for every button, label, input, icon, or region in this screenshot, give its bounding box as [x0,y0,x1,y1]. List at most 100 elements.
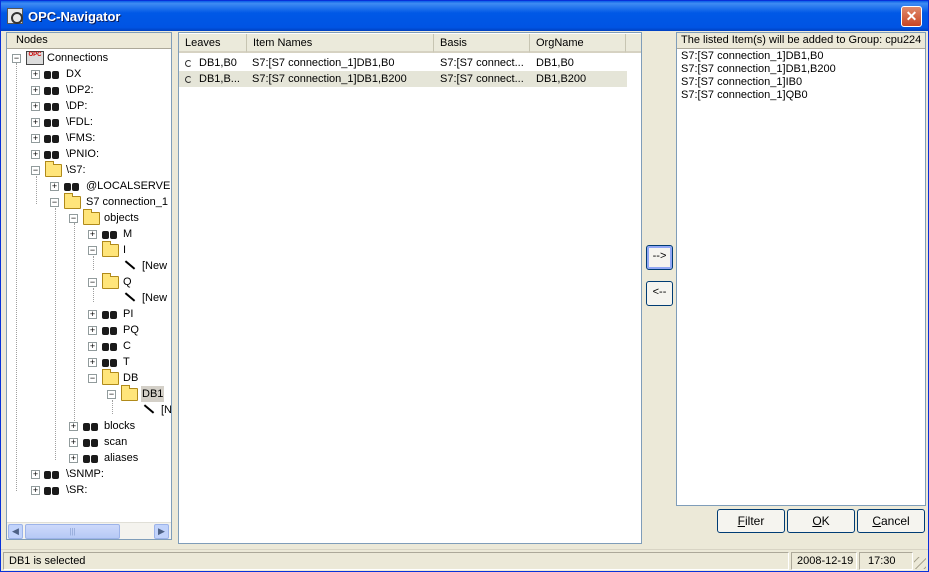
leaf-icon [185,76,192,83]
nodes-tree[interactable]: Nodes − OPC Connections + DX + \DP2: + \… [6,32,172,540]
expand-icon[interactable]: + [69,438,78,447]
expand-icon[interactable]: + [88,230,97,239]
expand-icon[interactable]: + [31,70,40,79]
expand-icon[interactable]: + [50,182,59,191]
binoculars-icon [102,340,118,352]
expand-icon[interactable]: + [88,310,97,319]
expand-icon[interactable]: + [88,326,97,335]
tree-item-pi[interactable]: + PI [7,306,171,322]
scroll-right-icon[interactable]: ▶ [154,524,169,539]
tree-label: scan [104,436,128,448]
tree-item-db1[interactable]: − DB1 [7,385,171,402]
selected-items-list[interactable]: The listed Item(s) will be added to Grou… [676,32,926,506]
column-header-orgname[interactable]: OrgName [530,34,626,53]
close-button[interactable]: ✕ [901,6,922,27]
tree-label: [N [161,404,172,416]
nodes-header[interactable]: Nodes [7,33,171,49]
filter-button[interactable]: Filter [717,509,785,533]
tree-item-objects[interactable]: − objects [7,209,171,226]
expand-icon[interactable]: + [31,86,40,95]
binoculars-icon [44,468,60,480]
tree-label: aliases [104,452,139,464]
tree-item-aliases[interactable]: + aliases [7,450,171,466]
expand-icon[interactable]: + [88,358,97,367]
tree-item-i[interactable]: − I [7,241,171,258]
collapse-icon[interactable]: − [88,374,97,383]
binoculars-icon [102,324,118,336]
expand-icon[interactable]: + [31,134,40,143]
expand-icon[interactable]: + [31,102,40,111]
tree-item-db[interactable]: − DB [7,369,171,386]
collapse-icon[interactable]: − [88,278,97,287]
tree-item-localserver[interactable]: + @LOCALSERVER [7,178,171,194]
tree-horizontal-scrollbar[interactable]: ◀ ||| ▶ [7,522,171,539]
tree-item-fms[interactable]: + \FMS: [7,130,171,146]
column-header-leaves[interactable]: Leaves [179,34,247,53]
expand-icon[interactable]: + [69,454,78,463]
add-items-button[interactable]: --> [646,245,673,270]
tree-item-blocks[interactable]: + blocks [7,418,171,434]
tree-label: \S7: [66,164,86,176]
remove-items-button[interactable]: <-- [646,281,673,306]
tree-item-fdl[interactable]: + \FDL: [7,114,171,130]
tree-item-connections[interactable]: − OPC Connections [7,50,171,66]
tree-item-dp[interactable]: + \DP: [7,98,171,114]
tree-item-dx[interactable]: + DX [7,66,171,82]
collapse-icon[interactable]: − [107,390,116,399]
tree-item-scan[interactable]: + scan [7,434,171,450]
tree-label: I [123,244,127,256]
tree-item-new-db1[interactable]: [N [7,402,171,418]
expand-icon[interactable]: + [31,470,40,479]
scroll-left-icon[interactable]: ◀ [8,524,23,539]
selected-item[interactable]: S7:[S7 connection_1]QB0 [681,89,808,102]
selected-item[interactable]: S7:[S7 connection_1]DB1,B200 [681,63,836,76]
tree-item-dp2[interactable]: + \DP2: [7,82,171,98]
basis-cell: S7:[S7 connect... [440,57,524,69]
collapse-icon[interactable]: − [12,54,21,63]
collapse-icon[interactable]: − [69,214,78,223]
tree-item-q[interactable]: − Q [7,273,171,290]
selected-item[interactable]: S7:[S7 connection_1]DB1,B0 [681,50,823,63]
tree-label: \FDL: [66,116,93,128]
tree-item-c[interactable]: + C [7,338,171,354]
tree-item-s7[interactable]: − \S7: [7,161,171,178]
tree-label: T [123,356,130,368]
expand-icon[interactable]: + [31,150,40,159]
tree-item-new-i[interactable]: [New [7,258,171,274]
binoculars-icon [44,116,60,128]
tree-item-pnio[interactable]: + \PNIO: [7,146,171,162]
tree-item-m[interactable]: + M [7,226,171,242]
expand-icon[interactable]: + [31,118,40,127]
column-header-basis[interactable]: Basis [434,34,530,53]
ok-button[interactable]: OK [787,509,855,533]
tree-item-snmp[interactable]: + \SNMP: [7,466,171,482]
collapse-icon[interactable]: − [50,198,59,207]
expand-icon[interactable]: + [31,486,40,495]
expand-icon[interactable]: + [69,422,78,431]
binoculars-icon [102,308,118,320]
tree-item-pq[interactable]: + PQ [7,322,171,338]
list-row[interactable]: DB1,B... S7:[S7 connection_1]DB1,B200 S7… [179,71,627,87]
resize-grip-icon[interactable] [914,557,926,569]
tree-label: [New [142,292,168,304]
title-bar[interactable]: OPC-Navigator ✕ [1,1,928,31]
collapse-icon[interactable]: − [88,246,97,255]
tree-label: \SR: [66,484,88,496]
tree-item-t[interactable]: + T [7,354,171,370]
expand-icon[interactable]: + [88,342,97,351]
folder-open-icon [83,209,100,225]
folder-open-icon [102,273,119,289]
scroll-thumb[interactable]: ||| [25,524,120,539]
leaves-list[interactable]: Leaves Item Names Basis OrgName DB1,B0 S… [178,32,642,544]
selected-item[interactable]: S7:[S7 connection_1]IB0 [681,76,802,89]
window-title: OPC-Navigator [28,9,121,24]
column-header-item-names[interactable]: Item Names [247,34,434,53]
tree-item-new-q[interactable]: [New [7,290,171,306]
tree-label: Q [123,276,132,288]
cancel-button[interactable]: Cancel [857,509,925,533]
collapse-icon[interactable]: − [31,166,40,175]
tree-item-sr[interactable]: + \SR: [7,482,171,498]
list-row[interactable]: DB1,B0 S7:[S7 connection_1]DB1,B0 S7:[S7… [179,55,627,71]
orgname-cell: DB1,B200 [536,73,587,85]
tree-item-s7-connection-1[interactable]: − S7 connection_1 [7,193,171,210]
